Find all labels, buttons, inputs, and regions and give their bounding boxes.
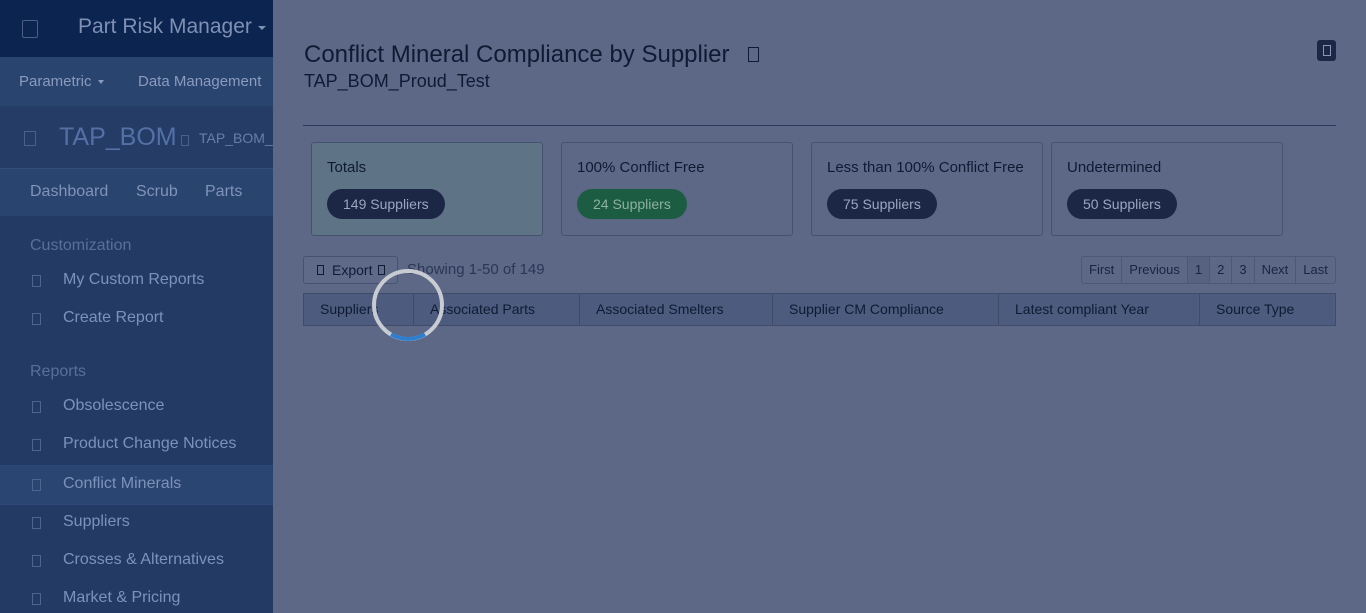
- sidebar-item-label: Conflict Minerals: [63, 475, 182, 492]
- menu-data-management[interactable]: Data Management: [138, 73, 261, 90]
- tab-parts[interactable]: Parts: [205, 183, 242, 201]
- bom-header: TAP_BOM TAP_BOM_: [0, 106, 273, 168]
- stat-card-totals[interactable]: Totals 149 Suppliers: [311, 142, 543, 236]
- stat-card-conflict-free[interactable]: 100% Conflict Free 24 Suppliers: [561, 142, 793, 236]
- report-subtitle: TAP_BOM_Proud_Test: [304, 71, 490, 91]
- sidebar-item-create-report[interactable]: Create Report: [0, 300, 273, 338]
- export-label: Export: [332, 262, 373, 278]
- info-icon[interactable]: [748, 47, 759, 62]
- crosses-icon: [32, 555, 41, 567]
- page-last[interactable]: Last: [1296, 257, 1335, 283]
- spinner-accent: [390, 332, 426, 341]
- app-title-caret-icon[interactable]: [258, 26, 266, 30]
- supplier-icon: [32, 517, 41, 529]
- stat-badge: 50 Suppliers: [1067, 189, 1177, 219]
- sidebar-item-suppliers[interactable]: Suppliers: [0, 504, 273, 542]
- export-icon: [317, 265, 324, 275]
- sidebar-item-conflict-minerals[interactable]: Conflict Minerals: [0, 465, 273, 505]
- bom-subtitle: TAP_BOM_: [199, 130, 273, 146]
- report-title: Conflict Mineral Compliance by Supplier: [304, 41, 730, 68]
- menu-parametric[interactable]: Parametric: [19, 73, 104, 90]
- sidebar: Customization My Custom Reports Create R…: [0, 216, 273, 613]
- loading-spinner-icon: [372, 269, 444, 341]
- column-header-source-type[interactable]: Source Type: [1200, 294, 1335, 325]
- pagination: First Previous 1 2 3 Next Last: [1081, 256, 1336, 284]
- page-2[interactable]: 2: [1210, 257, 1233, 283]
- tab-scrub[interactable]: Scrub: [136, 183, 178, 201]
- bom-title: TAP_BOM: [59, 123, 177, 151]
- column-header-associated-smelters[interactable]: Associated Smelters: [580, 294, 773, 325]
- plus-icon: [32, 313, 41, 325]
- sidebar-item-product-change-notices[interactable]: Product Change Notices: [0, 426, 273, 464]
- sidebar-item-label: Obsolescence: [63, 397, 165, 414]
- pricing-icon: [32, 593, 41, 605]
- top-navbar: Part Risk Manager: [0, 0, 273, 57]
- spinner-track: [372, 269, 444, 341]
- page-first[interactable]: First: [1082, 257, 1123, 283]
- stat-card-undetermined[interactable]: Undetermined 50 Suppliers: [1051, 142, 1283, 236]
- menu-parametric-label: Parametric: [19, 73, 92, 90]
- sidebar-item-label: Market & Pricing: [63, 589, 181, 606]
- stat-label: Totals: [327, 159, 367, 176]
- stat-badge: 149 Suppliers: [327, 189, 445, 219]
- column-header-latest-compliant-year[interactable]: Latest compliant Year: [999, 294, 1200, 325]
- report-icon: [32, 275, 41, 287]
- page-1[interactable]: 1: [1187, 257, 1211, 283]
- sidebar-item-crosses-alternatives[interactable]: Crosses & Alternatives: [0, 542, 273, 580]
- caret-down-icon: [97, 80, 104, 85]
- app-title[interactable]: Part Risk Manager: [78, 15, 252, 39]
- tab-dashboard[interactable]: Dashboard: [30, 183, 108, 201]
- stat-card-partial-conflict-free[interactable]: Less than 100% Conflict Free 75 Supplier…: [811, 142, 1043, 236]
- sidebar-item-obsolescence[interactable]: Obsolescence: [0, 388, 273, 426]
- close-icon: [1323, 45, 1331, 56]
- notice-icon: [32, 439, 41, 451]
- stat-label: Less than 100% Conflict Free: [827, 159, 1024, 176]
- sidebar-section-reports: Reports: [30, 363, 87, 380]
- close-panel-button[interactable]: [1317, 40, 1336, 61]
- mineral-icon: [32, 479, 41, 491]
- sidebar-item-label: Crosses & Alternatives: [63, 551, 224, 568]
- sidebar-item-market-pricing[interactable]: Market & Pricing: [0, 580, 273, 613]
- stat-badge: 75 Suppliers: [827, 189, 937, 219]
- page-next[interactable]: Next: [1255, 257, 1297, 283]
- main-menubar: Parametric Data Management: [0, 57, 273, 107]
- sidebar-item-my-custom-reports[interactable]: My Custom Reports: [0, 262, 273, 300]
- stat-badge: 24 Suppliers: [577, 189, 687, 219]
- page-previous[interactable]: Previous: [1122, 257, 1188, 283]
- sidebar-section-customization: Customization: [30, 237, 132, 254]
- stat-label: 100% Conflict Free: [577, 159, 705, 176]
- table-header: Suppliers Associated Parts Associated Sm…: [303, 293, 1336, 326]
- page-3[interactable]: 3: [1232, 257, 1255, 283]
- sidebar-item-label: Create Report: [63, 309, 164, 326]
- sidebar-item-label: Suppliers: [63, 513, 130, 530]
- obsolescence-icon: [32, 401, 41, 413]
- sidebar-item-label: Product Change Notices: [63, 435, 237, 452]
- bom-icon: [24, 131, 36, 146]
- header-divider: [303, 125, 1336, 126]
- background-app: Part Risk Manager Parametric Data Manage…: [0, 0, 273, 613]
- stat-label: Undetermined: [1067, 159, 1162, 176]
- bom-subtitle-icon: [181, 135, 189, 146]
- sidebar-item-label: My Custom Reports: [63, 271, 205, 288]
- column-header-supplier-cm-compliance[interactable]: Supplier CM Compliance: [773, 294, 999, 325]
- hamburger-menu-icon[interactable]: [22, 20, 38, 38]
- bom-tabs: Dashboard Scrub Parts: [0, 168, 273, 217]
